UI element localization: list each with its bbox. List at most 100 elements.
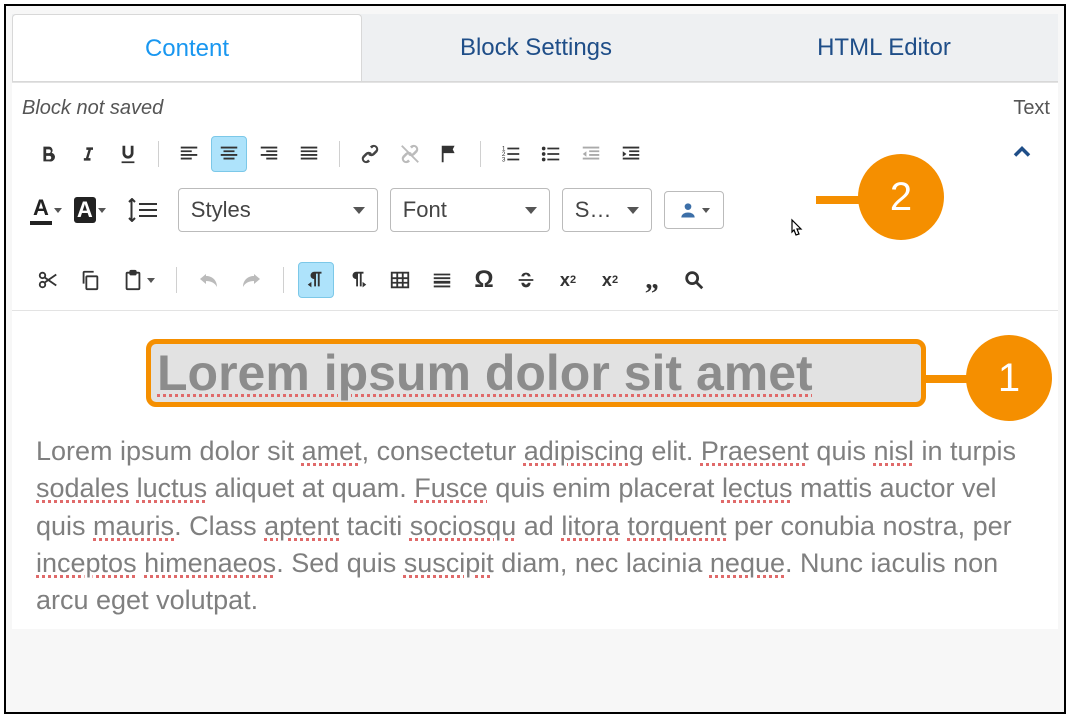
tab-html-editor[interactable]: HTML Editor <box>710 14 1058 81</box>
editor-content[interactable]: Lorem ipsum dolor sit amet 1 Lorem ipsum… <box>12 311 1058 629</box>
find-button[interactable] <box>676 262 712 298</box>
text: diam, nec lacinia <box>494 548 710 578</box>
spell-error: litora <box>561 511 620 541</box>
text: . Class <box>174 511 264 541</box>
caret-down-icon <box>98 208 106 213</box>
line-height-button[interactable] <box>118 192 166 228</box>
hr-button[interactable] <box>424 262 460 298</box>
spell-error: mauris <box>93 511 174 541</box>
heading-text[interactable]: Lorem ipsum dolor sit amet <box>157 345 813 401</box>
callout-badge-2: 2 <box>858 154 944 240</box>
flag-button[interactable] <box>432 136 468 172</box>
content-panel: Block not saved Text <box>12 82 1058 311</box>
caret-down-icon <box>353 207 365 214</box>
cut-button[interactable] <box>30 262 66 298</box>
strikethrough-button[interactable] <box>508 262 544 298</box>
unlink-button[interactable] <box>392 136 428 172</box>
text: quis <box>809 436 874 466</box>
person-icon <box>678 200 698 220</box>
text: in turpis <box>914 436 1016 466</box>
text-color-button[interactable]: A <box>30 195 62 225</box>
ltr-icon <box>305 269 327 291</box>
spell-error: nisl <box>873 436 914 466</box>
spell-error: torquent <box>627 511 726 541</box>
styles-select[interactable]: Styles <box>178 188 378 232</box>
separator <box>158 141 159 167</box>
link-button[interactable] <box>352 136 388 172</box>
spell-error: Praesent <box>701 436 809 466</box>
size-select-label: S… <box>575 197 612 223</box>
align-justify-button[interactable] <box>291 136 327 172</box>
separator <box>283 267 284 293</box>
redo-button[interactable] <box>233 262 269 298</box>
align-left-button[interactable] <box>171 136 207 172</box>
font-select[interactable]: Font <box>390 188 550 232</box>
spell-error: luctus <box>137 473 208 503</box>
spell-error: inceptos <box>36 548 137 578</box>
spell-error: suscipit <box>404 548 494 578</box>
underline-icon <box>117 143 139 165</box>
bold-button[interactable] <box>30 136 66 172</box>
copy-button[interactable] <box>72 262 108 298</box>
outdent-button[interactable] <box>573 136 609 172</box>
toolbar-row-2: A A Styles Font S… <box>12 174 1058 240</box>
ltr-button[interactable] <box>298 262 334 298</box>
italic-icon <box>78 143 98 165</box>
size-select[interactable]: S… <box>562 188 652 232</box>
superscript-button[interactable]: x2 <box>592 262 628 298</box>
text: ad <box>516 511 561 541</box>
special-char-button[interactable]: Ω <box>466 262 502 298</box>
blockquote-button[interactable]: „ <box>634 262 670 298</box>
caret-down-icon <box>702 208 710 213</box>
spell-error: lectus <box>722 473 793 503</box>
text: . Sed quis <box>276 548 404 578</box>
body-paragraph[interactable]: Lorem ipsum dolor sit amet, consectetur … <box>36 433 1034 619</box>
hr-icon <box>431 269 453 291</box>
spell-error: neque <box>710 548 785 578</box>
spell-error: adipiscing <box>524 436 644 466</box>
tab-block-settings[interactable]: Block Settings <box>362 14 710 81</box>
unlink-icon <box>398 143 422 165</box>
heading-highlight: Lorem ipsum dolor sit amet <box>146 339 926 407</box>
caret-down-icon <box>147 278 155 283</box>
text: Lorem ipsum dolor sit <box>36 436 302 466</box>
strikethrough-icon <box>515 269 537 291</box>
rtl-button[interactable] <box>340 262 376 298</box>
paste-button[interactable] <box>114 262 162 298</box>
copy-icon <box>79 269 101 291</box>
numbered-list-button[interactable]: 123 <box>493 136 529 172</box>
outdent-icon <box>579 143 603 165</box>
table-button[interactable] <box>382 262 418 298</box>
underline-button[interactable] <box>110 136 146 172</box>
align-center-button[interactable] <box>211 136 247 172</box>
bullet-list-button[interactable] <box>533 136 569 172</box>
scissors-icon <box>37 269 59 291</box>
search-icon <box>683 269 705 291</box>
block-type-label: Text <box>1013 97 1050 120</box>
personalize-button[interactable] <box>664 191 724 229</box>
bg-color-button[interactable]: A <box>74 197 106 223</box>
undo-button[interactable] <box>191 262 227 298</box>
tab-content[interactable]: Content <box>12 14 362 81</box>
collapse-toolbar-button[interactable] <box>1008 138 1050 171</box>
redo-icon <box>239 270 263 290</box>
rtl-icon <box>347 269 369 291</box>
table-icon <box>389 269 411 291</box>
text-color-icon: A <box>30 195 52 225</box>
spell-error: sodales <box>36 473 129 503</box>
tabs: Content Block Settings HTML Editor <box>12 14 1058 82</box>
align-right-button[interactable] <box>251 136 287 172</box>
indent-button[interactable] <box>613 136 649 172</box>
subscript-button[interactable]: x2 <box>550 262 586 298</box>
callout-badge-1: 1 <box>966 335 1052 421</box>
text: quis enim placerat <box>488 473 722 503</box>
text: per conubia nostra, per <box>726 511 1011 541</box>
align-left-icon <box>177 143 201 165</box>
text: elit. <box>644 436 701 466</box>
spell-error: aptent <box>264 511 339 541</box>
align-center-icon <box>217 143 241 165</box>
flag-icon <box>439 143 461 165</box>
separator <box>480 141 481 167</box>
italic-button[interactable] <box>70 136 106 172</box>
spell-error: amet <box>302 436 362 466</box>
